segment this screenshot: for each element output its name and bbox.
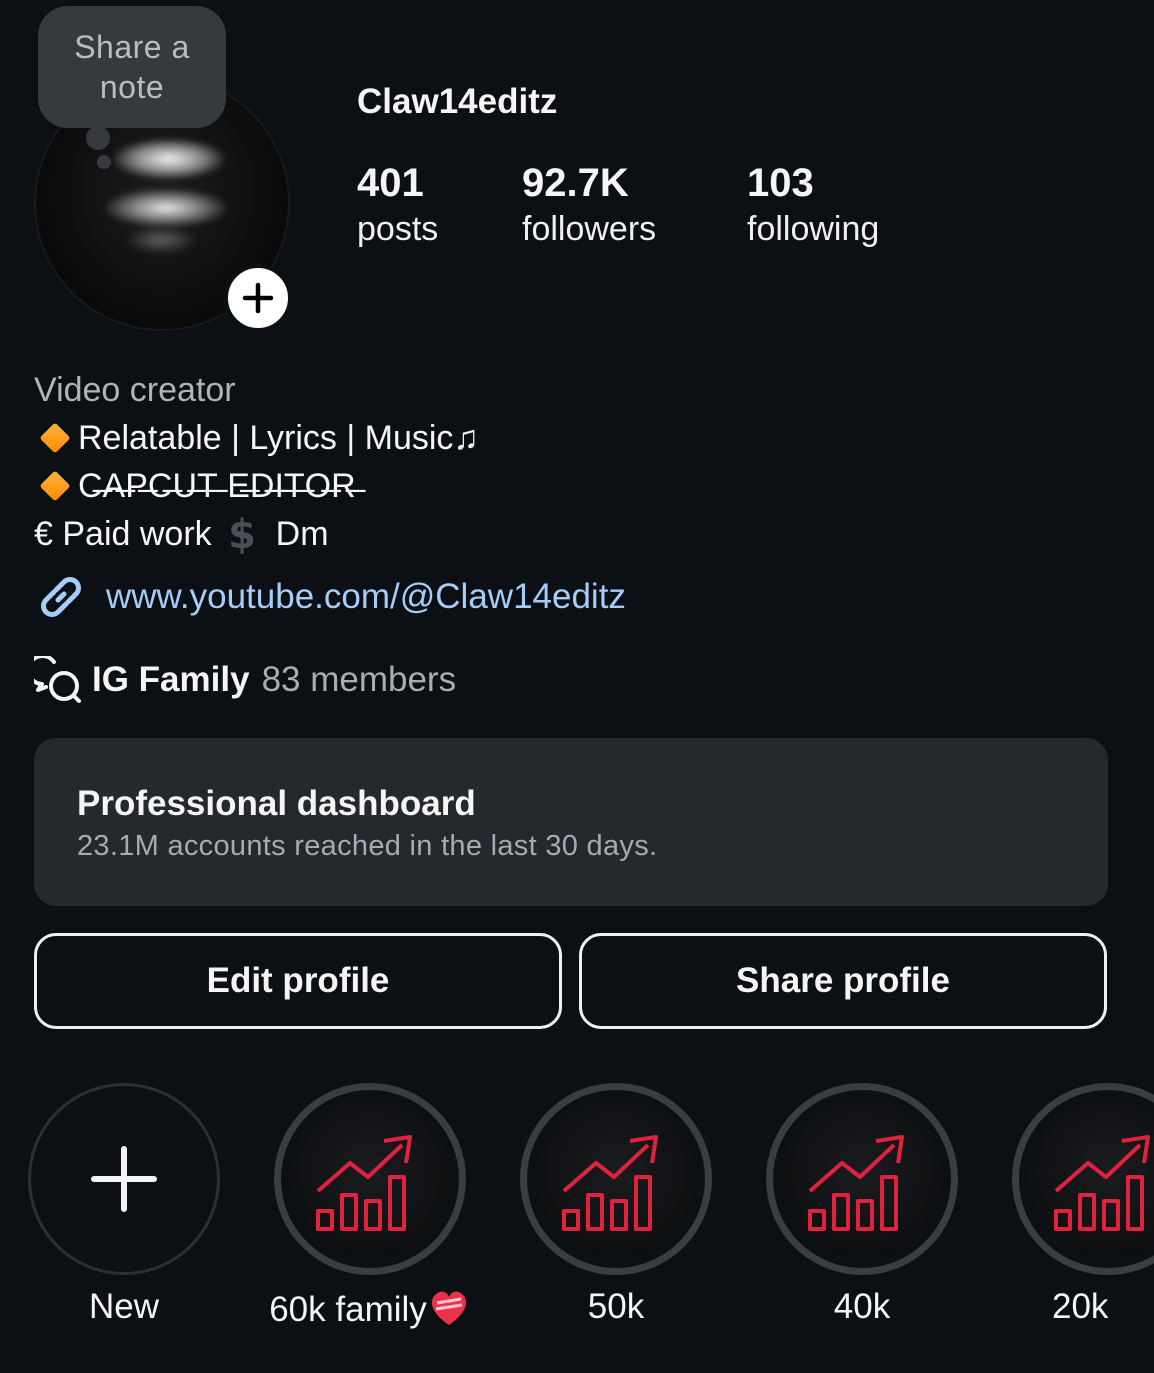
bio-line: C̶A̶P̶C̶U̶T̶ E̶D̶I̶T̶O̶R̶ <box>34 462 479 510</box>
dashboard-title: Professional dashboard <box>77 784 476 823</box>
chart-up-icon <box>316 1135 412 1231</box>
highlight-label: New <box>88 1287 160 1326</box>
highlight-60k[interactable]: 60k family <box>269 1083 466 1363</box>
highlight-cover <box>1029 1100 1154 1258</box>
channel-members: 83 members <box>261 660 457 699</box>
bio-text: Dm <box>275 515 329 553</box>
profile-link[interactable]: www.youtube.com/@Claw14editz <box>34 570 626 624</box>
highlight-label: 20k <box>1052 1287 1109 1326</box>
profile-page: Share a note Claw14editz 401 posts 92.7K… <box>0 0 1154 1373</box>
avatar-glow <box>114 139 224 179</box>
mending-heart-icon <box>431 1291 466 1325</box>
note-bubble-tail <box>97 155 111 169</box>
stat-value: 92.7K <box>522 161 629 205</box>
highlight-clip <box>1012 1083 1154 1283</box>
highlight-40k[interactable]: 40k <box>766 1083 958 1363</box>
bio-category: Video creator <box>34 371 236 409</box>
share-profile-button[interactable]: Share profile <box>579 933 1107 1029</box>
chart-up-icon <box>1054 1135 1150 1231</box>
highlight-label: 60k family <box>234 1287 506 1330</box>
bio: Video creator Relatable | Lyrics | Music… <box>34 366 479 558</box>
dollar-icon: $ <box>228 512 256 556</box>
avatar-glow <box>106 189 226 227</box>
chart-up-icon <box>562 1135 658 1231</box>
bio-text: C̶A̶P̶C̶U̶T̶ E̶D̶I̶T̶O̶R̶ <box>78 467 356 505</box>
bio-text: € Paid work <box>34 515 212 553</box>
plus-icon <box>242 282 274 314</box>
bio-text: Relatable | Lyrics | Music♫ <box>78 419 479 457</box>
stat-posts[interactable]: 401 posts <box>357 160 438 252</box>
stat-value: 103 <box>747 161 814 205</box>
bio-line: € Paid work $ Dm <box>34 510 479 558</box>
highlight-label-text: 60k family <box>269 1290 427 1329</box>
highlight-cover <box>291 1100 449 1258</box>
highlight-20k[interactable]: 20k <box>1012 1083 1154 1363</box>
chart-up-icon <box>808 1135 904 1231</box>
broadcast-channel[interactable]: IG Family 83 members <box>34 656 456 704</box>
highlight-cover <box>537 1100 695 1258</box>
stat-label: posts <box>357 210 439 248</box>
stat-label: followers <box>522 210 657 248</box>
avatar-glow <box>126 227 196 253</box>
channel-name: IG Family <box>92 660 250 699</box>
orange-diamond-icon <box>39 422 71 454</box>
stat-following[interactable]: 103 following <box>747 160 879 252</box>
professional-dashboard[interactable]: Professional dashboard 23.1M accounts re… <box>34 738 1108 906</box>
svg-text:$: $ <box>228 512 256 556</box>
highlight-label: 50k <box>587 1287 645 1326</box>
link-url[interactable]: www.youtube.com/@Claw14editz <box>106 577 626 617</box>
add-story-button[interactable] <box>224 264 292 332</box>
edit-profile-button[interactable]: Edit profile <box>34 933 562 1029</box>
dashboard-subtitle: 23.1M accounts reached in the last 30 da… <box>77 830 658 862</box>
highlight-cover <box>783 1100 941 1258</box>
highlight-label: 40k <box>833 1287 891 1326</box>
plus-icon <box>91 1146 157 1212</box>
stat-label: following <box>747 210 880 248</box>
orange-diamond-icon <box>39 470 71 502</box>
stat-value: 401 <box>357 161 424 205</box>
link-icon <box>41 577 81 617</box>
username: Claw14editz <box>357 82 558 121</box>
share-note-bubble[interactable]: Share a note <box>38 6 226 128</box>
bio-line: Relatable | Lyrics | Music♫ <box>34 414 479 462</box>
stat-followers[interactable]: 92.7K followers <box>522 160 656 252</box>
share-note-text: Share a note <box>74 29 190 105</box>
note-bubble-tail <box>86 126 110 150</box>
chat-bubbles-icon <box>34 656 81 703</box>
highlight-50k[interactable]: 50k <box>520 1083 712 1363</box>
highlight-new[interactable]: New <box>28 1083 220 1363</box>
